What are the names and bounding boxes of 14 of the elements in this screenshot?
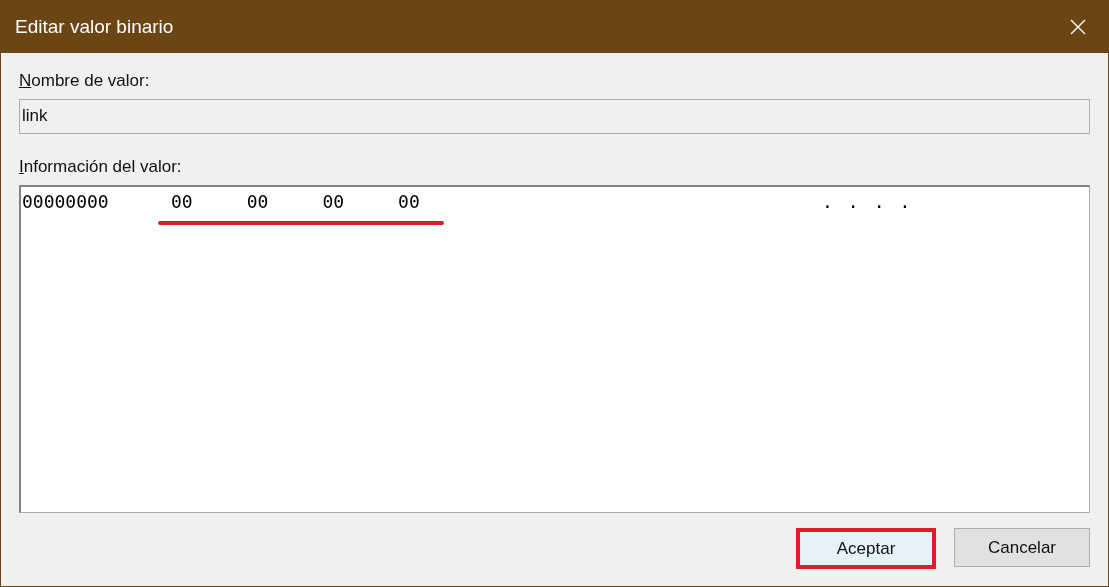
hex-byte: 00 <box>322 191 345 212</box>
field-label: Información del valor: <box>19 157 182 177</box>
ascii-text: .... <box>822 191 926 212</box>
hex-byte: 00 <box>246 191 269 212</box>
window-title: Editar valor binario <box>15 15 174 38</box>
value-name-field[interactable]: link <box>19 99 1090 134</box>
ok-button[interactable]: Aceptar <box>796 528 936 569</box>
hex-byte: 00 <box>171 191 193 212</box>
close-icon[interactable] <box>1070 18 1086 35</box>
field-label: Nombre de valor: <box>19 71 150 91</box>
hex-offset: 00000000 <box>22 191 110 212</box>
hex-byte: 00 <box>398 191 420 212</box>
hex-editor[interactable]: 00000000 00 00 00 00 .... <box>19 185 1090 513</box>
cancel-button[interactable]: Cancelar <box>954 528 1090 567</box>
